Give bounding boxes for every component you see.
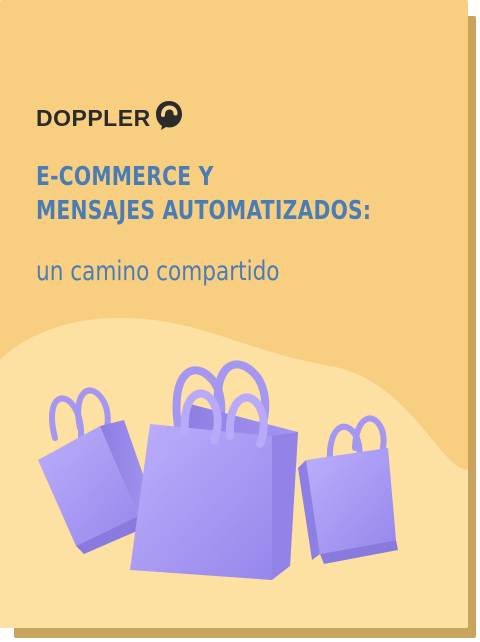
speech-bubble-icon bbox=[155, 101, 182, 130]
shopping-bag-center bbox=[130, 360, 298, 580]
brand-name: DOPPLER bbox=[36, 104, 151, 131]
cover-title: E-COMMERCE Y MENSAJES AUTOMATIZADOS: bbox=[36, 160, 372, 228]
cover-subtitle: un camino compartido bbox=[36, 256, 280, 287]
ebook-cover: DOPPLER E-COMMERCE Y MENSAJES AUTOMATIZA… bbox=[0, 0, 468, 628]
shopping-bags-illustration bbox=[38, 360, 398, 580]
shopping-bag-left bbox=[38, 387, 152, 554]
shopping-bag-right bbox=[298, 415, 398, 564]
doppler-logo: DOPPLER bbox=[36, 98, 184, 138]
title-line-2: MENSAJES AUTOMATIZADOS: bbox=[36, 196, 372, 226]
title-line-1: E-COMMERCE Y bbox=[36, 162, 214, 192]
